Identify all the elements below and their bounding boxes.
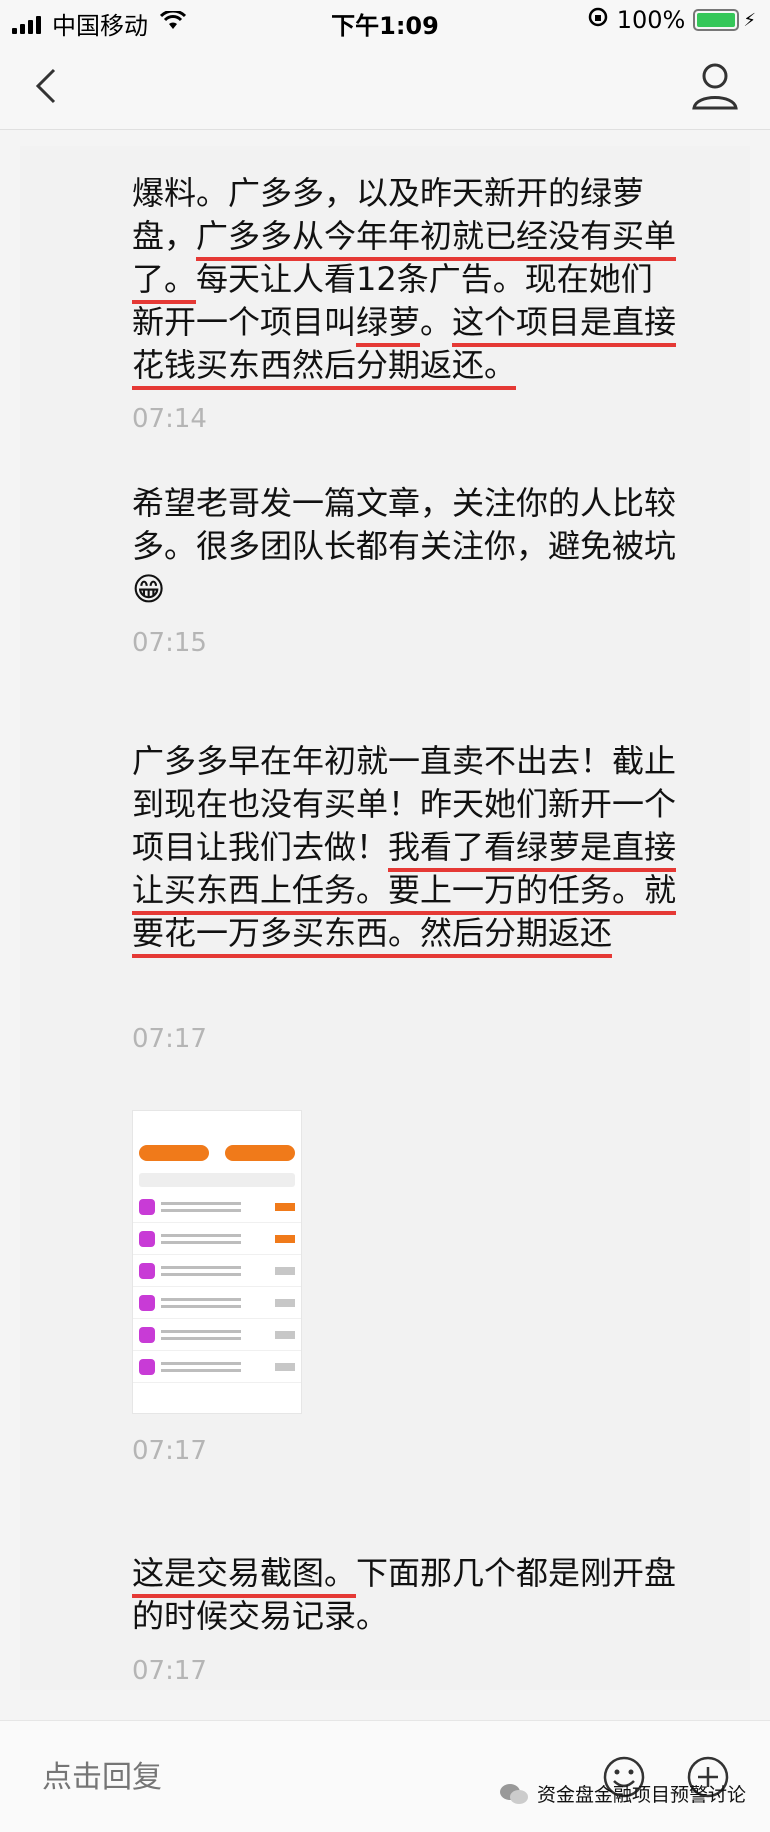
orientation-lock-icon [587, 6, 609, 34]
reply-input[interactable] [42, 1761, 442, 1795]
thumb-row [133, 1287, 301, 1319]
thumb-amount [133, 1165, 301, 1169]
thumb-row [133, 1223, 301, 1255]
screenshot-thumbnail[interactable] [132, 1110, 302, 1414]
wechat-icon [499, 1783, 528, 1804]
message-time: 07:17 [132, 1436, 207, 1466]
thumb-status [133, 1111, 301, 1125]
thumb-row [133, 1255, 301, 1287]
status-right: 100% ⚡ [587, 6, 756, 34]
message-time: 07:15 [132, 628, 207, 658]
watermark: 资金盘金融项目预警讨论 [499, 1780, 746, 1807]
chevron-left-icon [35, 68, 56, 104]
message-time: 07:17 [132, 1024, 207, 1054]
user-icon [692, 63, 738, 110]
text-segment: 。 [420, 303, 453, 341]
message-time: 07:17 [132, 1656, 207, 1686]
nav-bar [0, 44, 770, 130]
message-time: 07:14 [132, 404, 207, 434]
charging-icon: ⚡ [743, 9, 756, 31]
text-segment: 希望老哥发一篇文章，关注你的人比较多。很多团队长都有关注你，避免被坑 [132, 484, 677, 565]
underlined-segment: 绿萝 [356, 303, 421, 347]
thumb-row [133, 1351, 301, 1383]
underlined-segment: 这是交易截图。 [132, 1554, 357, 1598]
thumb-title [133, 1125, 301, 1141]
status-bar: 中国移动 下午1:09 100% ⚡ [0, 0, 770, 44]
profile-button[interactable] [690, 60, 740, 112]
battery-percent: 100% [616, 6, 686, 34]
message-list: 爆料。广多多，以及昨天新开的绿萝盘，广多多从今年年初就已经没有买单了。每天让人看… [20, 146, 750, 1690]
back-button[interactable] [24, 62, 72, 110]
message-text: 这是交易截图。下面那几个都是刚开盘的时候交易记录。 [132, 1552, 677, 1638]
thumb-buttons [133, 1141, 301, 1165]
thumb-row [133, 1191, 301, 1223]
thumb-row [133, 1319, 301, 1351]
thumb-search [139, 1173, 295, 1187]
watermark-text: 资金盘金融项目预警讨论 [536, 1784, 746, 1806]
battery-icon [693, 9, 740, 31]
message-text: 爆料。广多多，以及昨天新开的绿萝盘，广多多从今年年初就已经没有买单了。每天让人看… [132, 172, 677, 390]
reply-bar [0, 1720, 770, 1832]
grin-emoji-icon: 😁 [132, 570, 166, 608]
message-text: 希望老哥发一篇文章，关注你的人比较多。很多团队长都有关注你，避免被坑 😁 [132, 482, 677, 611]
message-text: 广多多早在年初就一直卖不出去！截止到现在也没有买单！昨天她们新开一个项目让我们去… [132, 740, 677, 958]
